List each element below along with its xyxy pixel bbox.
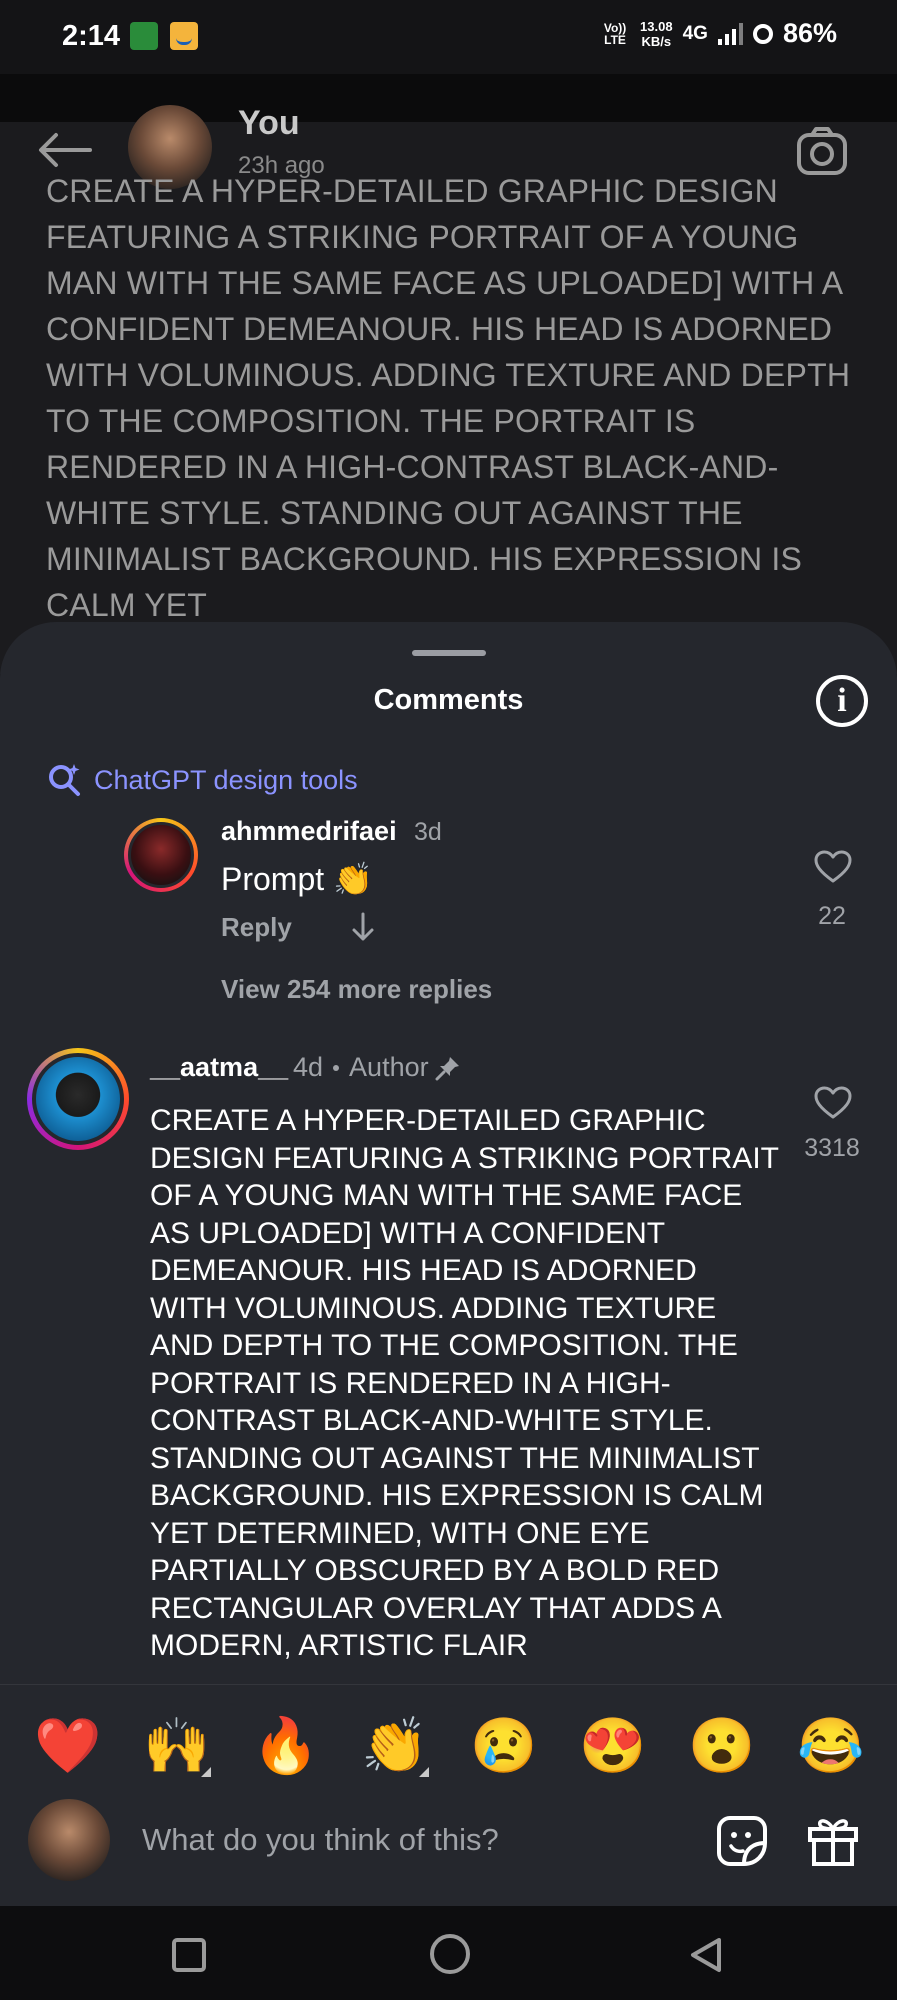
- comment-input[interactable]: [140, 1809, 704, 1871]
- comment-avatar[interactable]: [27, 1048, 129, 1150]
- network-speed-unit: KB/s: [641, 33, 672, 49]
- battery-level: 86%: [782, 18, 837, 48]
- like-heart-icon[interactable]: [814, 850, 852, 884]
- volte-indicator: Vo)) LTE: [603, 20, 627, 47]
- comment-like-count: 3318: [804, 1134, 860, 1162]
- status-time: 2:14: [62, 20, 121, 52]
- reply-avatar[interactable]: [124, 818, 198, 892]
- network-type: 4G: [682, 22, 708, 44]
- system-navigation-bar: [0, 1906, 897, 2000]
- emoji-fire[interactable]: 🔥: [250, 1711, 322, 1781]
- quick-reaction-bar: ❤️ 🙌 🔥 👏 😢 😍 😮 😂: [0, 1711, 897, 1781]
- emoji-crying-face[interactable]: 😢: [468, 1711, 540, 1781]
- info-icon[interactable]: i: [816, 675, 868, 727]
- reply-age: 3d: [414, 818, 442, 846]
- emoji-heart-eyes[interactable]: 😍: [577, 1711, 649, 1781]
- post-author-name[interactable]: You: [238, 104, 300, 143]
- network-speed-value: 13.08: [640, 18, 673, 34]
- reply-button[interactable]: Reply: [221, 912, 292, 943]
- gift-icon[interactable]: [806, 1813, 860, 1867]
- reply-like-count: 22: [818, 902, 846, 930]
- author-label: Author: [349, 1052, 429, 1082]
- back-arrow-icon[interactable]: [36, 130, 92, 170]
- sticker-icon[interactable]: [716, 1815, 768, 1867]
- reply-text: Prompt 👏: [221, 861, 373, 897]
- search-suggestion-label: ChatGPT design tools: [94, 764, 358, 795]
- comment-username[interactable]: __aatma__: [150, 1052, 288, 1083]
- search-suggestion[interactable]: ChatGPT design tools: [46, 762, 358, 798]
- post-caption: CREATE A HYPER-DETAILED GRAPHIC DESIGN F…: [46, 173, 851, 623]
- emoji-clapping-hands[interactable]: 👏: [359, 1711, 431, 1781]
- emoji-open-mouth[interactable]: 😮: [686, 1711, 758, 1781]
- recents-button[interactable]: [172, 1938, 206, 1972]
- emoji-raising-hands[interactable]: 🙌: [141, 1711, 213, 1781]
- status-indicators: Vo)) LTE 13.08 KB/s 4G 86%: [600, 18, 837, 49]
- network-speed: 13.08 KB/s: [640, 19, 673, 49]
- emoji-tears-of-joy[interactable]: 😂: [795, 1711, 867, 1781]
- signal-icon: [717, 22, 743, 45]
- sheet-drag-handle[interactable]: [412, 650, 486, 656]
- battery-ring-icon: [752, 23, 773, 44]
- post-top-band: [0, 74, 897, 122]
- notification-app-icon: [130, 22, 158, 50]
- notification-shopping-icon: [170, 22, 198, 50]
- pin-icon: [435, 1056, 459, 1080]
- comment-age: 4d: [293, 1052, 324, 1082]
- arrow-down-icon[interactable]: [350, 912, 376, 942]
- comment-meta: 4d Author: [293, 1052, 461, 1083]
- separator-dot: [333, 1064, 340, 1071]
- like-heart-icon[interactable]: [814, 1086, 852, 1120]
- comment-composer: ❤️ 🙌 🔥 👏 😢 😍 😮 😂: [0, 1684, 897, 1907]
- home-button[interactable]: [430, 1934, 470, 1974]
- view-more-replies[interactable]: View 254 more replies: [221, 974, 492, 1005]
- search-sparkle-icon: [49, 764, 80, 796]
- reply-username[interactable]: ahmmedrifaei: [221, 816, 397, 847]
- emoji-red-heart[interactable]: ❤️: [32, 1711, 104, 1781]
- current-user-avatar: [28, 1799, 110, 1881]
- sheet-title: Comments: [373, 684, 524, 716]
- comment-text: CREATE A HYPER-DETAILED GRAPHIC DESIGN F…: [150, 1104, 779, 1662]
- back-triangle-icon[interactable]: [688, 1936, 724, 1974]
- status-bar: 2:14 Vo)) LTE 13.08 KB/s 4G 86%: [0, 0, 897, 74]
